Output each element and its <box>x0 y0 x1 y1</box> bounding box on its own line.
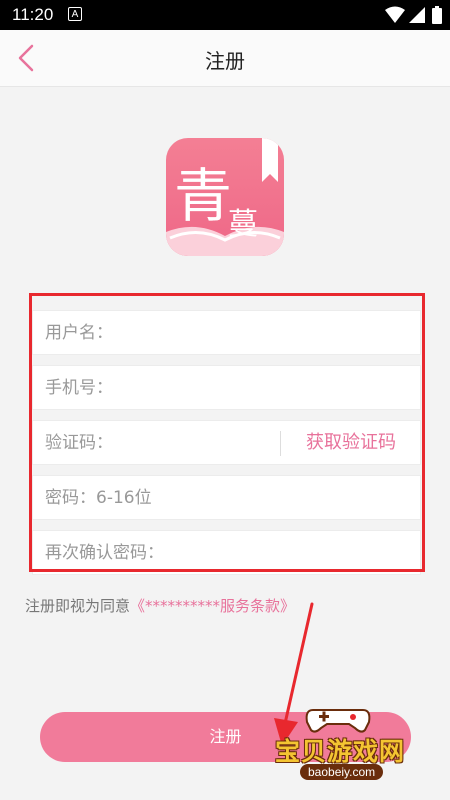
app-logo: 青 蔓 <box>166 138 284 256</box>
logo-main-glyph: 青 <box>174 162 232 230</box>
status-bar: 11:20 A <box>0 0 450 30</box>
register-button[interactable]: 注册 <box>40 712 411 762</box>
watermark-url: baobeiy.com <box>300 764 384 780</box>
status-time: 11:20 <box>12 5 54 24</box>
battery-icon <box>432 6 442 24</box>
agreement-text: 注册即视为同意《**********服务条款》 <box>25 595 295 616</box>
annotation-arrow-icon <box>274 602 314 746</box>
highlight-frame <box>29 293 425 572</box>
wifi-icon <box>385 6 405 23</box>
nav-bar: 注册 <box>0 30 450 87</box>
notification-icon: A <box>68 7 82 21</box>
signal-icon <box>409 7 425 23</box>
agreement-prefix: 注册即视为同意 <box>25 597 131 615</box>
logo-sub-glyph: 蔓 <box>228 207 258 242</box>
page-title: 注册 <box>205 49 245 73</box>
